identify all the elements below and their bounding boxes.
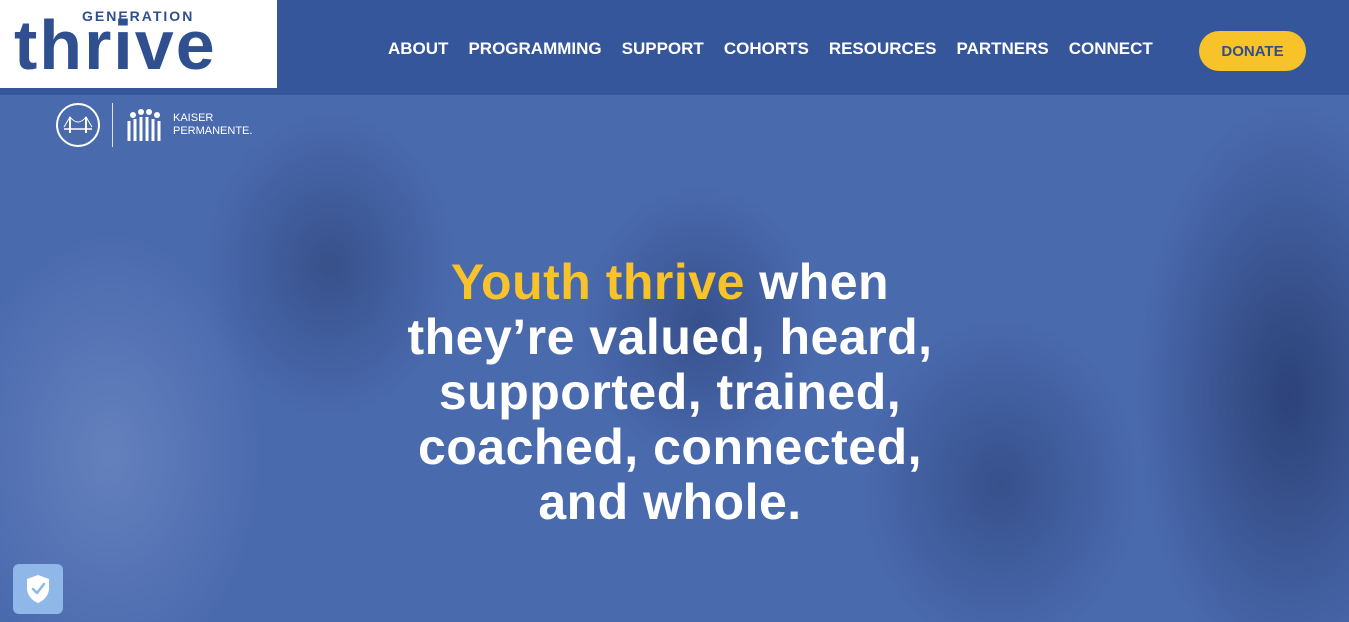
nav-item-connect[interactable]: CONNECT [1069,38,1153,60]
logo-large-text: thrive [14,6,217,84]
logo-divider [112,103,113,147]
headline-accent: Youth thrive [450,254,745,310]
nav-item-programming[interactable]: PROGRAMMING [468,38,601,60]
kaiser-line-2: PERMANENTE. [173,125,253,137]
nav-item-cohorts[interactable]: COHORTS [724,38,809,60]
warriors-bridge-logo-icon [56,103,100,147]
headline-line-1: when [744,254,890,310]
nav-item-resources[interactable]: RESOURCES [829,38,937,60]
shield-check-icon [27,575,49,603]
kaiser-permanente-logo-icon [127,109,161,141]
headline-line-5: and whole. [538,474,802,530]
nav-item-support[interactable]: SUPPORT [622,38,704,60]
headline-line-3: supported, trained, [438,364,902,420]
kaiser-permanente-text: KAISER PERMANENTE. [173,112,252,138]
site-header: GENERATION thrive ABOUT PROGRAMMING SUPP… [0,0,1349,95]
main-nav: ABOUT PROGRAMMING SUPPORT COHORTS RESOUR… [388,38,1153,60]
generation-thrive-logo[interactable]: GENERATION thrive [0,0,277,88]
headline-line-2: they’re valued, heard, [407,309,933,365]
hero-headline: Youth thrive when they’re valued, heard,… [380,255,960,530]
kaiser-line-1: KAISER [173,112,214,124]
accessibility-button[interactable] [13,564,63,614]
nav-item-about[interactable]: ABOUT [388,38,448,60]
headline-line-4: coached, connected, [417,419,923,475]
donate-button[interactable]: DONATE [1199,31,1306,71]
nav-item-partners[interactable]: PARTNERS [957,38,1049,60]
partner-logos: KAISER PERMANENTE. [56,100,252,150]
